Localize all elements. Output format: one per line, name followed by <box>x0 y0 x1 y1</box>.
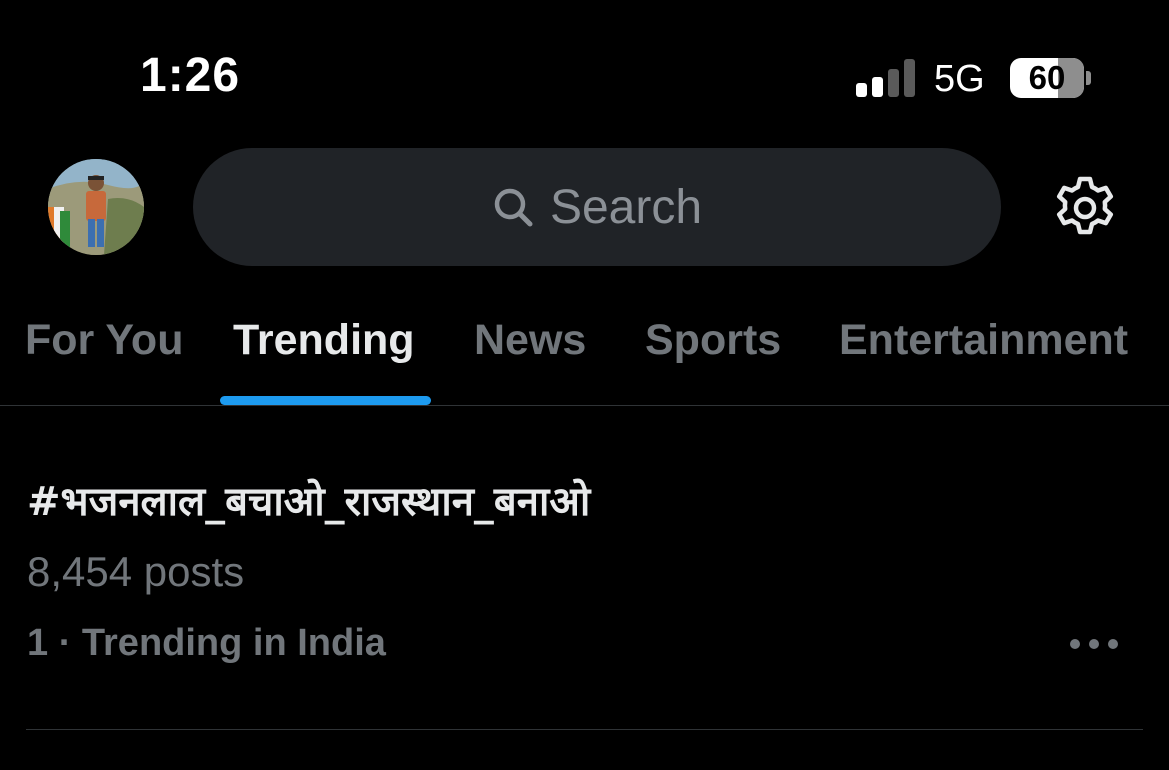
avatar-photo <box>48 159 144 255</box>
search-bar[interactable]: Search <box>193 148 1001 266</box>
trend-hashtag: #भजनलाल_बचाओ_राजस्थान_बनाओ <box>27 479 591 525</box>
gear-icon[interactable] <box>1052 175 1118 241</box>
trend-item[interactable]: #भजनलाल_बचाओ_राजस्थान_बनाओ 8,454 posts 1… <box>0 406 1169 729</box>
tab-sports[interactable]: Sports <box>645 316 781 365</box>
more-options-icon[interactable] <box>1070 630 1118 658</box>
search-icon <box>494 188 533 227</box>
explore-tabs: For You Trending News Sports Entertainme… <box>0 300 1169 405</box>
active-tab-indicator <box>220 396 431 405</box>
tab-news[interactable]: News <box>474 316 586 365</box>
profile-avatar[interactable] <box>48 159 144 255</box>
tab-trending[interactable]: Trending <box>233 316 415 365</box>
trend-rank-context: 1 · Trending in India <box>27 622 386 664</box>
battery-tip <box>1086 71 1091 85</box>
tab-for-you[interactable]: For You <box>25 316 183 365</box>
battery-percent: 60 <box>1028 59 1066 96</box>
list-divider <box>26 729 1143 730</box>
trend-post-count: 8,454 posts <box>27 548 245 595</box>
cellular-signal-icon <box>856 59 916 97</box>
status-bar: 1:26 5G 60 <box>0 0 1169 150</box>
network-type: 5G <box>934 58 985 100</box>
search-placeholder: Search <box>549 180 703 234</box>
tab-entertainment[interactable]: Entertainment <box>839 316 1128 365</box>
status-time: 1:26 <box>140 49 241 102</box>
battery-icon: 60 <box>1010 58 1084 98</box>
